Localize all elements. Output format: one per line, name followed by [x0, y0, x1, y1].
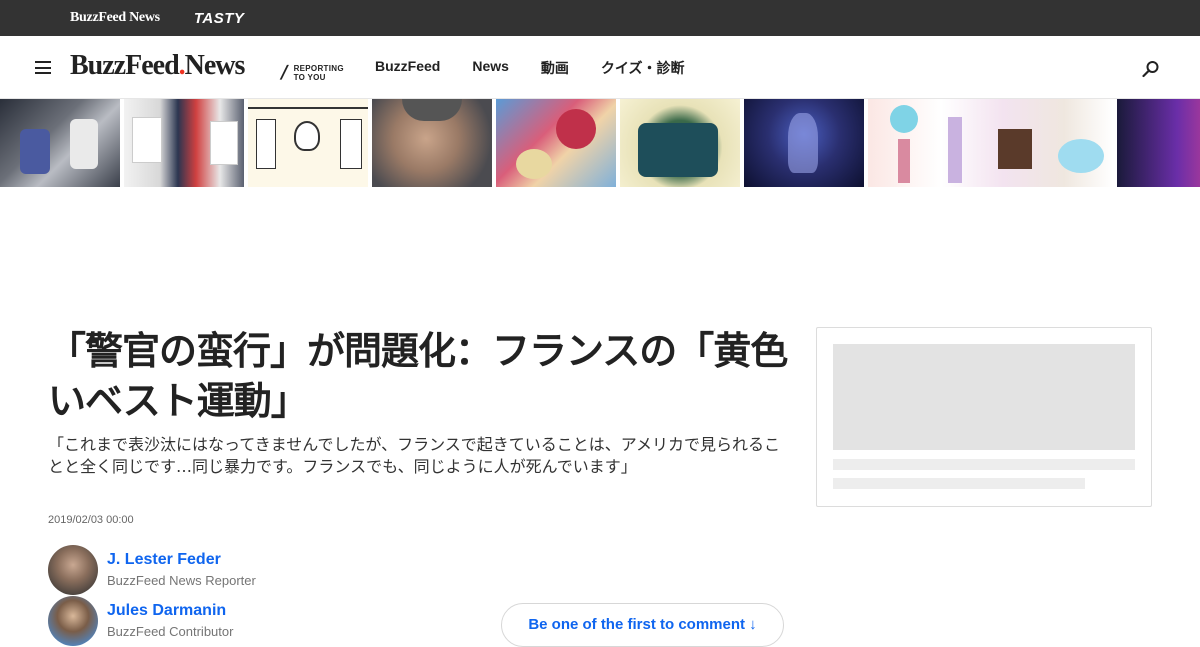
- nav-links: BuzzFeed News 動画 クイズ・診断: [375, 58, 685, 78]
- logo-news-text: News: [184, 50, 246, 81]
- author-info: J. Lester Feder BuzzFeed News Reporter: [107, 545, 256, 595]
- tasty-network-link[interactable]: TASTY: [194, 10, 245, 27]
- tagline-slash: /: [279, 62, 290, 83]
- author-byline: Jules Darmanin BuzzFeed Contributor: [48, 596, 233, 646]
- logo-main-text: BuzzFeed: [70, 50, 180, 81]
- trending-thumbnail-strip: ›: [0, 99, 1200, 187]
- hamburger-menu-icon[interactable]: [35, 61, 51, 74]
- author-role: BuzzFeed News Reporter: [107, 573, 256, 588]
- main-navigation: BuzzFeed.News / REPORTING TO YOU BuzzFee…: [0, 36, 1200, 99]
- comment-button[interactable]: Be one of the first to comment ↓: [501, 603, 784, 647]
- night-forest-thumbnail[interactable]: [744, 99, 864, 187]
- article-headline: 「警官の蛮行」が問題化：フランスの「黄色いベスト運動」: [48, 329, 788, 423]
- tagline-line-2: TO YOU: [293, 72, 326, 82]
- placeholder-image: [833, 344, 1135, 450]
- press-conference-thumbnail[interactable]: [124, 99, 244, 187]
- pineapple-bag-thumbnail[interactable]: [620, 99, 740, 187]
- buzzfeed-news-logo[interactable]: BuzzFeed.News: [70, 50, 246, 82]
- search-icon[interactable]: [1142, 60, 1160, 78]
- author-name-link[interactable]: J. Lester Feder: [107, 551, 256, 569]
- author-name-link[interactable]: Jules Darmanin: [107, 602, 233, 620]
- nav-link-buzzfeed[interactable]: BuzzFeed: [375, 58, 440, 78]
- buzzfeed-news-network-link[interactable]: BuzzFeed News: [70, 10, 160, 26]
- tagline-words: REPORTING TO YOU: [294, 64, 344, 82]
- nav-link-news[interactable]: News: [472, 58, 509, 78]
- placeholder-line: [833, 478, 1085, 489]
- author-role: BuzzFeed Contributor: [107, 624, 234, 639]
- avatar[interactable]: [48, 545, 98, 595]
- avatar[interactable]: [48, 596, 98, 646]
- cosmetics-thumbnail[interactable]: [868, 99, 1113, 187]
- placeholder-line: [833, 459, 1135, 470]
- protest-crowd-thumbnail[interactable]: [0, 99, 120, 187]
- tagline-line-1: REPORTING: [293, 63, 344, 73]
- author-info: Jules Darmanin BuzzFeed Contributor: [107, 596, 233, 646]
- article-description: 「これまで表沙汰にはなってきませんでしたが、フランスで起きていることは、アメリカ…: [48, 435, 781, 476]
- nav-link-quizzes[interactable]: クイズ・診断: [601, 58, 685, 78]
- sidebar-ad-placeholder: [816, 327, 1152, 507]
- network-bar: BuzzFeed News TASTY: [0, 0, 1200, 36]
- manga-comic-thumbnail[interactable]: [248, 99, 368, 187]
- anime-characters-thumbnail[interactable]: [496, 99, 616, 187]
- reporting-to-you-tagline: / REPORTING TO YOU: [279, 62, 344, 83]
- man-portrait-thumbnail[interactable]: [372, 99, 492, 187]
- nav-link-videos[interactable]: 動画: [541, 58, 569, 78]
- article-timestamp: 2019/02/03 00:00: [48, 514, 134, 526]
- neon-sign-thumbnail[interactable]: ›: [1117, 99, 1200, 187]
- author-byline: J. Lester Feder BuzzFeed News Reporter: [48, 545, 256, 595]
